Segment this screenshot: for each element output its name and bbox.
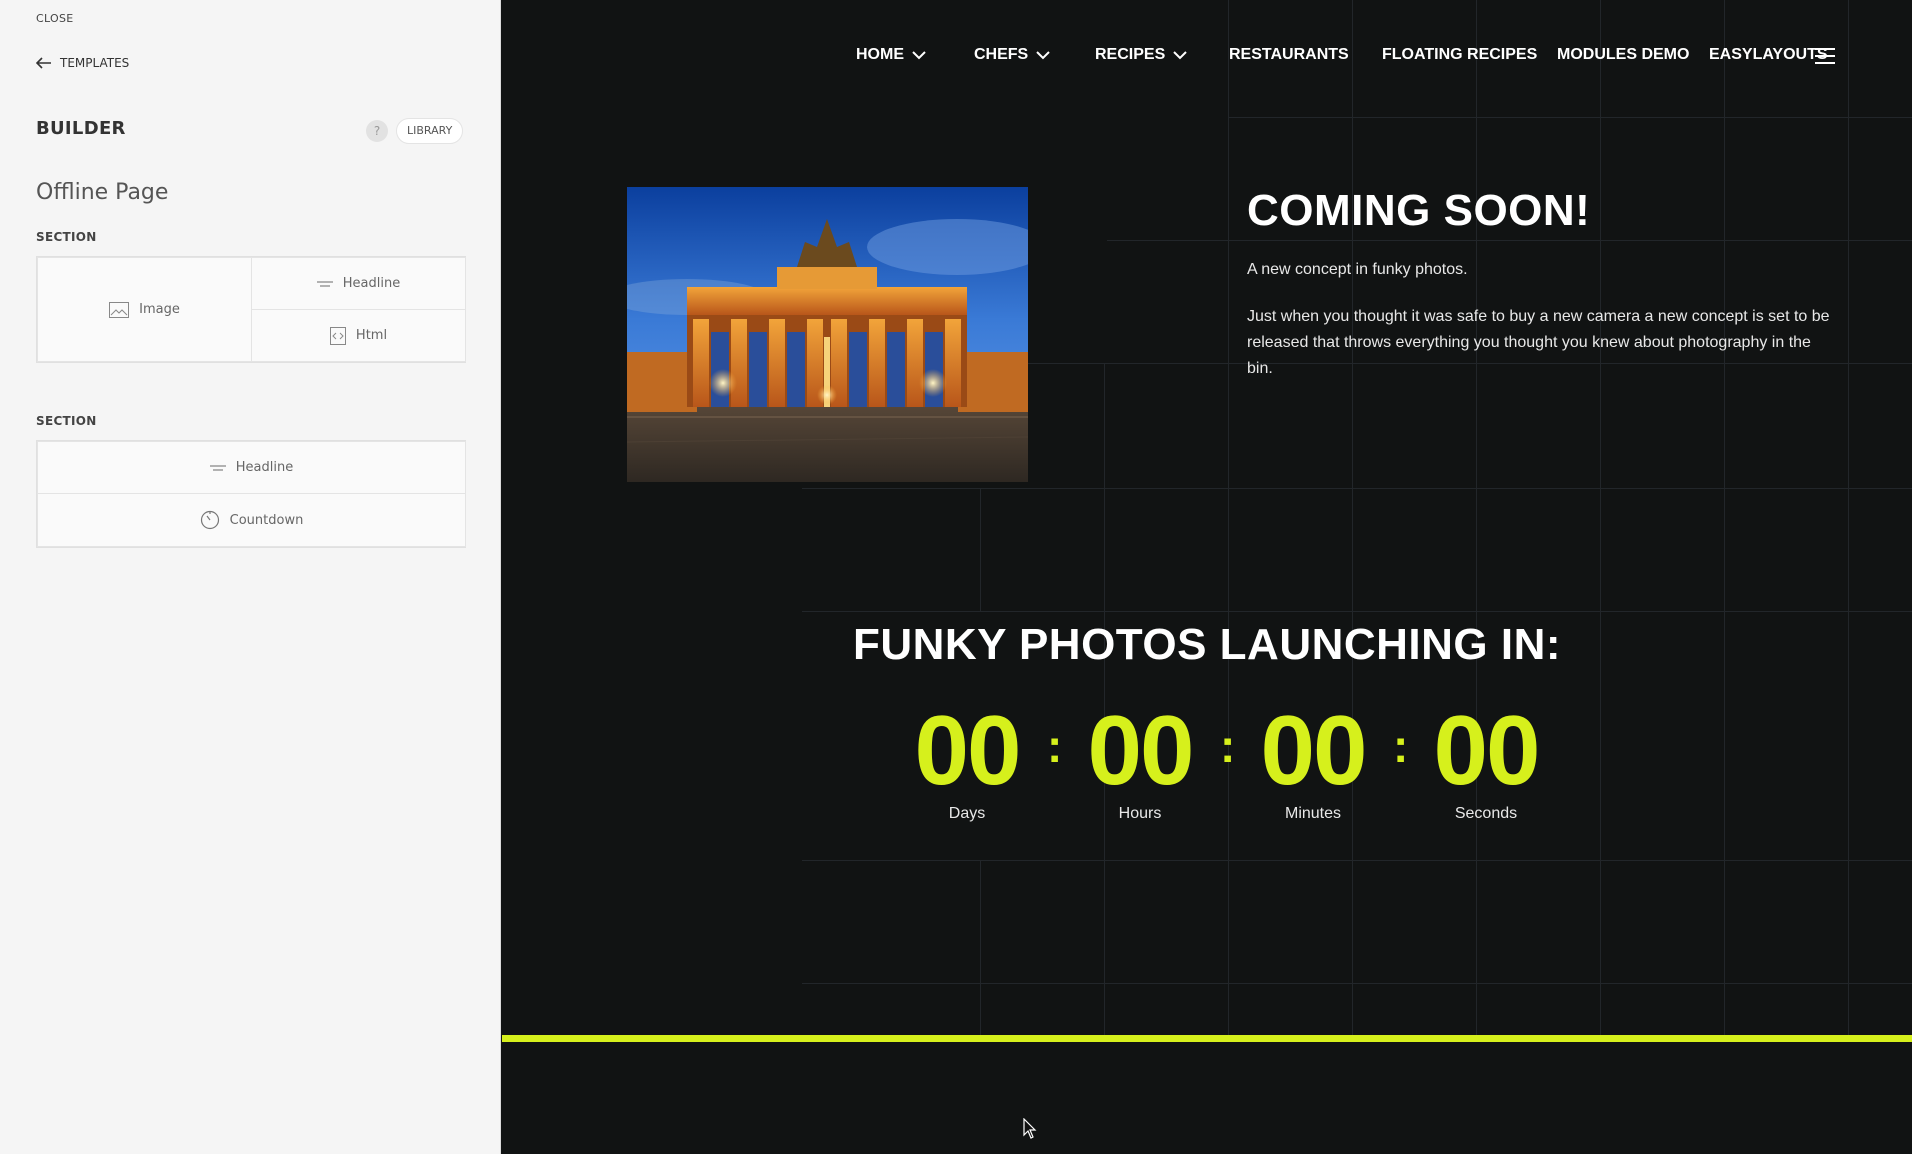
hero-body: Just when you thought it was safe to buy…	[1247, 308, 1830, 377]
section-label: SECTION	[36, 230, 97, 244]
grid-line	[802, 488, 1912, 489]
headline-icon	[316, 280, 333, 287]
nav-item-home[interactable]: HOME	[856, 42, 926, 68]
module-label: Countdown	[229, 512, 304, 528]
grid-line	[1352, 0, 1353, 1035]
grid-line	[1724, 0, 1725, 1035]
section-label: SECTION	[36, 414, 97, 428]
countdown-value: 00	[1260, 695, 1367, 805]
chevron-down-icon	[1036, 50, 1050, 59]
site-preview: HOME CHEFS RECIPES RESTAURANTS FLOATING …	[502, 0, 1912, 1154]
nav-item-recipes[interactable]: RECIPES	[1095, 42, 1187, 68]
countdown-label: Minutes	[1284, 805, 1342, 822]
countdown-separator: :	[1220, 720, 1236, 772]
builder-sidebar: CLOSE TEMPLATES BUILDER ? LIBRARY Offlin…	[0, 0, 501, 1154]
countdown-separator: :	[1393, 720, 1409, 772]
nav-item-easylayouts[interactable]: EASYLAYOUTS	[1709, 42, 1828, 68]
countdown-timer: 00 Days : 00 Hours : 00 Minutes : 00 Sec…	[502, 695, 1912, 825]
hero-image	[627, 187, 1028, 482]
module-headline[interactable]: Headline	[37, 441, 466, 494]
nav-label: HOME	[856, 46, 904, 63]
module-image[interactable]: Image	[37, 257, 252, 362]
module-label: Image	[139, 302, 180, 317]
nav-label: RECIPES	[1095, 46, 1166, 63]
hamburger-menu-icon[interactable]	[1815, 48, 1835, 69]
templates-link[interactable]: TEMPLATES	[36, 56, 129, 70]
countdown-value: 00	[1433, 695, 1540, 805]
templates-label: TEMPLATES	[60, 56, 130, 70]
module-label: Html	[355, 328, 388, 343]
section-2-layout: Headline Countdown	[36, 440, 466, 548]
chevron-down-icon	[912, 50, 926, 59]
grid-line	[1476, 0, 1477, 1035]
grid-line	[802, 611, 1912, 612]
section-1-layout: Image Headline Html	[36, 256, 466, 363]
page-name: Offline Page	[36, 180, 169, 205]
html-icon	[329, 326, 346, 345]
image-icon	[109, 301, 130, 318]
headline-icon	[209, 464, 226, 471]
module-countdown[interactable]: Countdown	[37, 493, 466, 547]
countdown-value: 00	[1087, 695, 1194, 805]
arrow-left-icon	[36, 57, 51, 69]
countdown-seconds: 00 Seconds	[1416, 695, 1556, 823]
nav-label: CHEFS	[974, 46, 1029, 63]
countdown-label: Seconds	[1454, 805, 1518, 822]
countdown-minutes: 00 Minutes	[1243, 695, 1383, 823]
chevron-down-icon	[1173, 50, 1187, 59]
countdown-label: Hours	[1118, 805, 1162, 822]
grid-line	[1600, 0, 1601, 1035]
grid-line	[802, 983, 1912, 984]
countdown-label: Days	[948, 805, 986, 822]
nav-item-restaurants[interactable]: RESTAURANTS	[1229, 42, 1349, 68]
help-icon[interactable]: ?	[366, 120, 388, 142]
module-html[interactable]: Html	[251, 309, 466, 362]
nav-item-chefs[interactable]: CHEFS	[974, 42, 1050, 68]
grid-line	[980, 860, 981, 1035]
grid-line	[1848, 0, 1849, 1035]
grid-line	[802, 860, 1912, 861]
countdown-separator: :	[1047, 720, 1063, 772]
module-label: Headline	[235, 460, 294, 475]
countdown-title: FUNKY PHOTOS LAUNCHING IN:	[852, 620, 1562, 669]
countdown-hours: 00 Hours	[1070, 695, 1210, 823]
grid-line	[1228, 117, 1912, 118]
nav-item-modules-demo[interactable]: MODULES DEMO	[1557, 42, 1689, 68]
accent-divider	[502, 1035, 1912, 1042]
countdown-icon	[200, 510, 219, 530]
module-label: Headline	[342, 276, 401, 291]
hero-title: COMING SOON!	[1247, 186, 1591, 235]
hero-subtitle: A new concept in funky photos.	[1247, 261, 1468, 278]
mouse-cursor-icon	[1023, 1118, 1037, 1139]
library-button[interactable]: LIBRARY	[396, 118, 464, 144]
grid-line	[1228, 0, 1229, 1035]
countdown-days: 00 Days	[897, 695, 1037, 823]
countdown-value: 00	[914, 695, 1021, 805]
builder-title: BUILDER	[36, 118, 126, 139]
close-link[interactable]: CLOSE	[36, 12, 74, 25]
nav-item-floating-recipes[interactable]: FLOATING RECIPES	[1382, 42, 1537, 68]
grid-line	[980, 488, 981, 612]
module-headline[interactable]: Headline	[251, 257, 466, 310]
